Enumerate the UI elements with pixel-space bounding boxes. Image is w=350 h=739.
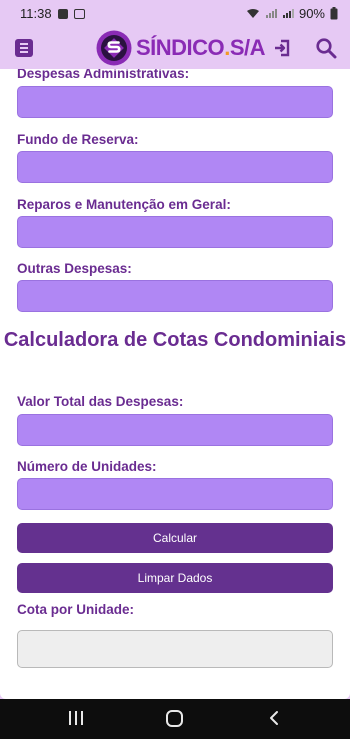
home-icon[interactable]: [166, 710, 183, 727]
total-expenses-label: Valor Total das Despesas:: [17, 394, 184, 409]
login-icon[interactable]: [272, 38, 292, 58]
app-logo[interactable]: SÍNDICO.S/A: [96, 30, 266, 66]
app-notification-icon: [73, 8, 85, 19]
logo-text-right: S/A: [229, 35, 266, 60]
units-count-label: Número de Unidades:: [17, 459, 157, 474]
clear-data-button[interactable]: Limpar Dados: [17, 563, 333, 593]
calculator-title: Calculadora de Cotas Condominiais: [3, 329, 347, 351]
other-expenses-input[interactable]: [17, 280, 333, 312]
system-nav-bar: [0, 699, 350, 739]
battery-percent: 90%: [298, 6, 325, 21]
app-header: SÍNDICO.S/A: [0, 27, 350, 69]
admin-expenses-label: Despesas Administrativas:: [17, 69, 190, 81]
units-count-input[interactable]: [17, 478, 333, 510]
logo-s-badge-icon: [96, 30, 132, 66]
repairs-input[interactable]: [17, 216, 333, 248]
other-expenses-label: Outras Despesas:: [17, 261, 132, 276]
signal-1-icon: [265, 9, 277, 18]
wifi-icon: [246, 9, 259, 18]
signal-2-icon: [282, 9, 294, 18]
status-time: 11:38: [20, 6, 52, 21]
calculate-button[interactable]: Calcular: [17, 523, 333, 553]
quota-per-unit-label: Cota por Unidade:: [17, 602, 134, 617]
admin-expenses-input[interactable]: [17, 86, 333, 118]
quota-per-unit-output: [17, 630, 333, 668]
status-right: 90%: [246, 6, 338, 21]
search-icon[interactable]: [315, 37, 337, 59]
total-expenses-input[interactable]: [17, 414, 333, 446]
logo-text: SÍNDICO.S/A: [136, 35, 266, 61]
status-left: 11:38: [20, 6, 85, 21]
reserve-fund-label: Fundo de Reserva:: [17, 132, 139, 147]
status-bar: 11:38 90%: [0, 0, 350, 27]
menu-icon[interactable]: [15, 39, 33, 57]
battery-icon: [330, 7, 338, 20]
reserve-fund-input[interactable]: [17, 151, 333, 183]
back-icon[interactable]: [266, 710, 282, 726]
logo-text-left: SÍNDICO: [136, 35, 225, 60]
repairs-label: Reparos e Manutenção em Geral:: [17, 197, 231, 212]
gallery-notification-icon: [57, 8, 68, 19]
recent-apps-icon[interactable]: [69, 711, 85, 725]
content-card: Despesas Administrativas: Fundo de Reser…: [0, 69, 350, 699]
